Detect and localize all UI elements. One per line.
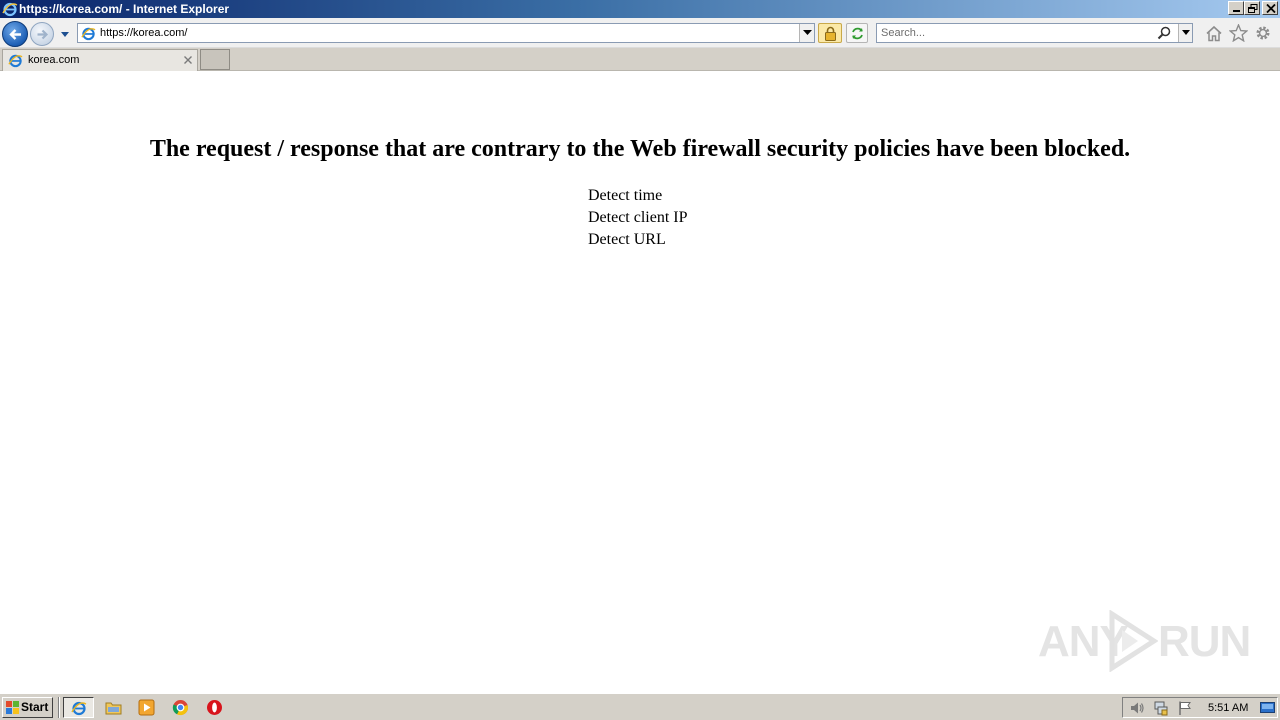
anyrun-watermark: ANY RUN bbox=[1038, 607, 1251, 673]
title-bar: https://korea.com/ - Internet Explorer bbox=[0, 0, 1280, 18]
taskbar-separator bbox=[58, 697, 60, 718]
search-dropdown-button[interactable] bbox=[1178, 24, 1192, 42]
new-tab-button[interactable] bbox=[200, 49, 230, 70]
restore-icon bbox=[1248, 4, 1258, 13]
address-dropdown-button[interactable] bbox=[799, 24, 814, 42]
play-icon bbox=[1109, 610, 1158, 672]
home-icon[interactable] bbox=[1205, 25, 1223, 42]
window-title: https://korea.com/ - Internet Explorer bbox=[19, 2, 230, 16]
refresh-button[interactable] bbox=[846, 23, 868, 43]
detect-time-label: Detect time bbox=[588, 187, 663, 204]
opera-icon[interactable] bbox=[206, 699, 223, 716]
folder-icon[interactable] bbox=[105, 699, 122, 716]
back-button[interactable] bbox=[2, 21, 28, 47]
start-label: Start bbox=[21, 700, 49, 714]
search-placeholder: Search... bbox=[881, 27, 926, 39]
forward-arrow-icon bbox=[37, 29, 49, 40]
close-icon bbox=[1266, 4, 1276, 13]
search-input[interactable]: Search... bbox=[876, 23, 1193, 43]
detect-client-ip-label: Detect client IP bbox=[588, 209, 688, 226]
volume-icon[interactable] bbox=[1129, 700, 1145, 716]
media-player-icon[interactable] bbox=[138, 699, 155, 716]
taskbar-internet-explorer[interactable] bbox=[63, 697, 94, 718]
start-button[interactable]: Start bbox=[2, 697, 53, 718]
tab-label: korea.com bbox=[28, 54, 80, 66]
search-icon[interactable] bbox=[1157, 26, 1171, 40]
address-bar[interactable]: https://korea.com/ bbox=[77, 23, 815, 43]
lock-icon bbox=[825, 26, 836, 41]
chrome-icon[interactable] bbox=[172, 699, 189, 716]
back-arrow-icon bbox=[9, 29, 21, 40]
address-url[interactable]: https://korea.com/ bbox=[100, 26, 187, 41]
network-icon[interactable] bbox=[1153, 700, 1169, 716]
restore-button[interactable] bbox=[1244, 1, 1260, 15]
security-report-button[interactable] bbox=[818, 23, 842, 43]
close-icon[interactable] bbox=[183, 55, 193, 65]
chevron-down-icon bbox=[1182, 30, 1190, 35]
forward-button[interactable] bbox=[30, 22, 54, 46]
minimize-icon bbox=[1233, 10, 1240, 12]
page-title: The request / response that are contrary… bbox=[149, 136, 1131, 162]
tab-korea[interactable]: korea.com bbox=[2, 49, 198, 71]
flag-icon[interactable] bbox=[1177, 700, 1193, 716]
ie-logo-icon bbox=[8, 54, 23, 68]
taskbar: Start 5:51 AM bbox=[0, 693, 1280, 720]
recent-pages-dropdown-icon[interactable] bbox=[59, 29, 71, 39]
minimize-button[interactable] bbox=[1228, 1, 1244, 15]
detect-url-label: Detect URL bbox=[588, 231, 666, 248]
system-tray: 5:51 AM bbox=[1122, 697, 1278, 718]
gear-icon[interactable] bbox=[1254, 24, 1272, 42]
ie-logo-icon bbox=[71, 701, 87, 716]
clock[interactable]: 5:51 AM bbox=[1208, 701, 1248, 715]
watermark-text-run: RUN bbox=[1158, 617, 1251, 666]
detect-info-list: Detect time Detect client IP Detect URL bbox=[588, 185, 688, 251]
navigation-bar: https://korea.com/ Search... bbox=[0, 18, 1280, 48]
page-content: The request / response that are contrary… bbox=[0, 72, 1280, 692]
refresh-icon bbox=[852, 27, 863, 40]
chevron-down-icon bbox=[803, 30, 812, 35]
close-button[interactable] bbox=[1262, 1, 1278, 15]
ie-logo-icon bbox=[81, 27, 96, 41]
tab-bar: korea.com bbox=[0, 48, 1280, 71]
star-icon[interactable] bbox=[1229, 24, 1248, 42]
ie-logo-icon bbox=[2, 2, 18, 17]
windows-logo-icon bbox=[6, 701, 19, 714]
show-desktop-icon[interactable] bbox=[1260, 701, 1275, 715]
